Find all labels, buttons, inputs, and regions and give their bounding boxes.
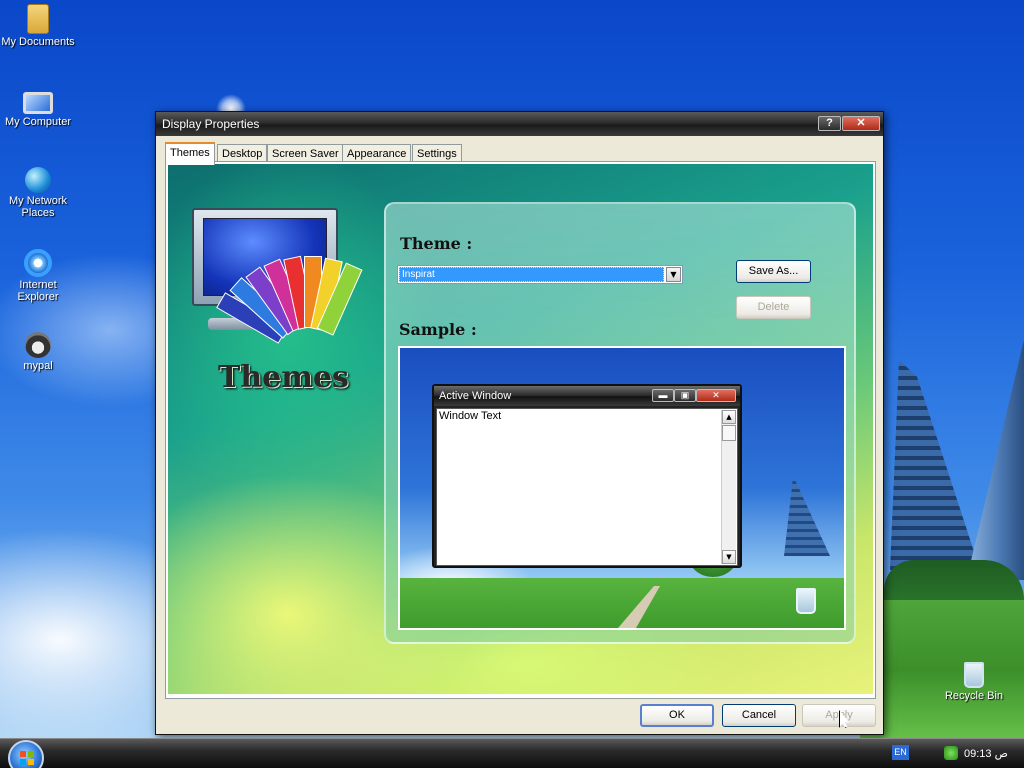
themes-art-title: Themes (218, 360, 349, 395)
delete-button[interactable]: Delete (736, 296, 811, 319)
desktop-icon-label: My Computer (4, 116, 72, 128)
sample-active-window: Active Window ▬ ▣ ✕ Window Text ▲ ▼ (432, 384, 742, 568)
skyscraper-scenery (784, 476, 830, 556)
desktop-icon-my-network-places[interactable]: My Network Places (0, 167, 76, 219)
theme-settings-box: Theme : Inspirat ▼ Save As... Delete Sam… (384, 202, 856, 644)
desktop-icon-label: Internet Explorer (17, 279, 59, 303)
desktop-icon-internet-explorer[interactable]: Internet Explorer (0, 249, 76, 303)
sample-scrollbar: ▲ ▼ (721, 410, 736, 564)
recycle-bin-icon (796, 588, 816, 614)
minimize-icon: ▬ (652, 389, 674, 402)
close-icon: ✕ (696, 389, 736, 402)
sample-preview: Active Window ▬ ▣ ✕ Window Text ▲ ▼ (398, 346, 846, 630)
folder-icon (27, 4, 49, 34)
theme-label: Theme : (400, 234, 473, 253)
clock[interactable]: 09:13 ص (964, 747, 1008, 760)
maximize-icon: ▣ (674, 389, 696, 402)
desktop-icon-label: mypal (23, 360, 53, 372)
scroll-thumb (722, 425, 736, 441)
cancel-button[interactable]: Cancel (722, 704, 796, 727)
desktop-icon-my-documents[interactable]: My Documents (0, 4, 76, 48)
sample-window-titlebar: Active Window ▬ ▣ ✕ (434, 386, 740, 406)
desktop-icon-label: Recycle Bin (944, 690, 1004, 702)
windows-logo-icon (20, 751, 34, 765)
security-tray-icon[interactable] (944, 746, 958, 760)
tab-themes[interactable]: Themes (165, 142, 215, 165)
sample-window-title: Active Window (439, 390, 512, 402)
save-as-button[interactable]: Save As... (736, 260, 811, 283)
theme-select-value: Inspirat (399, 267, 664, 282)
grass-scenery (400, 578, 844, 628)
display-properties-window: Display Properties ? ✕ Themes Desktop Sc… (155, 111, 884, 735)
window-title: Display Properties (162, 117, 260, 131)
desktop-icon-mypal[interactable]: mypal (0, 332, 76, 372)
start-button[interactable] (8, 740, 44, 768)
taskbar: EN 09:13 ص (0, 738, 1024, 768)
ie-icon (24, 249, 52, 277)
computer-icon (23, 92, 53, 114)
desktop-icon-my-computer[interactable]: My Computer (0, 86, 76, 128)
mypal-icon (25, 332, 51, 358)
chevron-down-icon[interactable]: ▼ (666, 267, 681, 282)
help-button[interactable]: ? (818, 116, 841, 131)
desktop-icon-label: My Network Places (8, 195, 68, 219)
close-button[interactable]: ✕ (842, 116, 880, 131)
recycle-bin-icon (964, 662, 984, 688)
language-indicator[interactable]: EN (892, 745, 909, 760)
desktop-icon-label: My Documents (1, 36, 75, 48)
ok-button[interactable]: OK (640, 704, 714, 727)
window-titlebar[interactable]: Display Properties ? ✕ (156, 112, 883, 136)
skyscraper-scenery (890, 360, 980, 570)
sample-label: Sample : (399, 320, 477, 339)
themes-panel: Themes Theme : Inspirat ▼ Save As... Del… (165, 161, 876, 699)
themes-background-art: Themes Theme : Inspirat ▼ Save As... Del… (168, 164, 873, 694)
sample-window-text: Window Text (439, 410, 502, 422)
scroll-up-icon: ▲ (722, 410, 736, 424)
sample-window-body: Window Text ▲ ▼ (436, 408, 738, 566)
network-icon (25, 167, 51, 193)
scroll-down-icon: ▼ (722, 550, 736, 564)
desktop-icon-recycle-bin[interactable]: Recycle Bin (936, 658, 1012, 702)
theme-select[interactable]: Inspirat ▼ (397, 265, 683, 284)
